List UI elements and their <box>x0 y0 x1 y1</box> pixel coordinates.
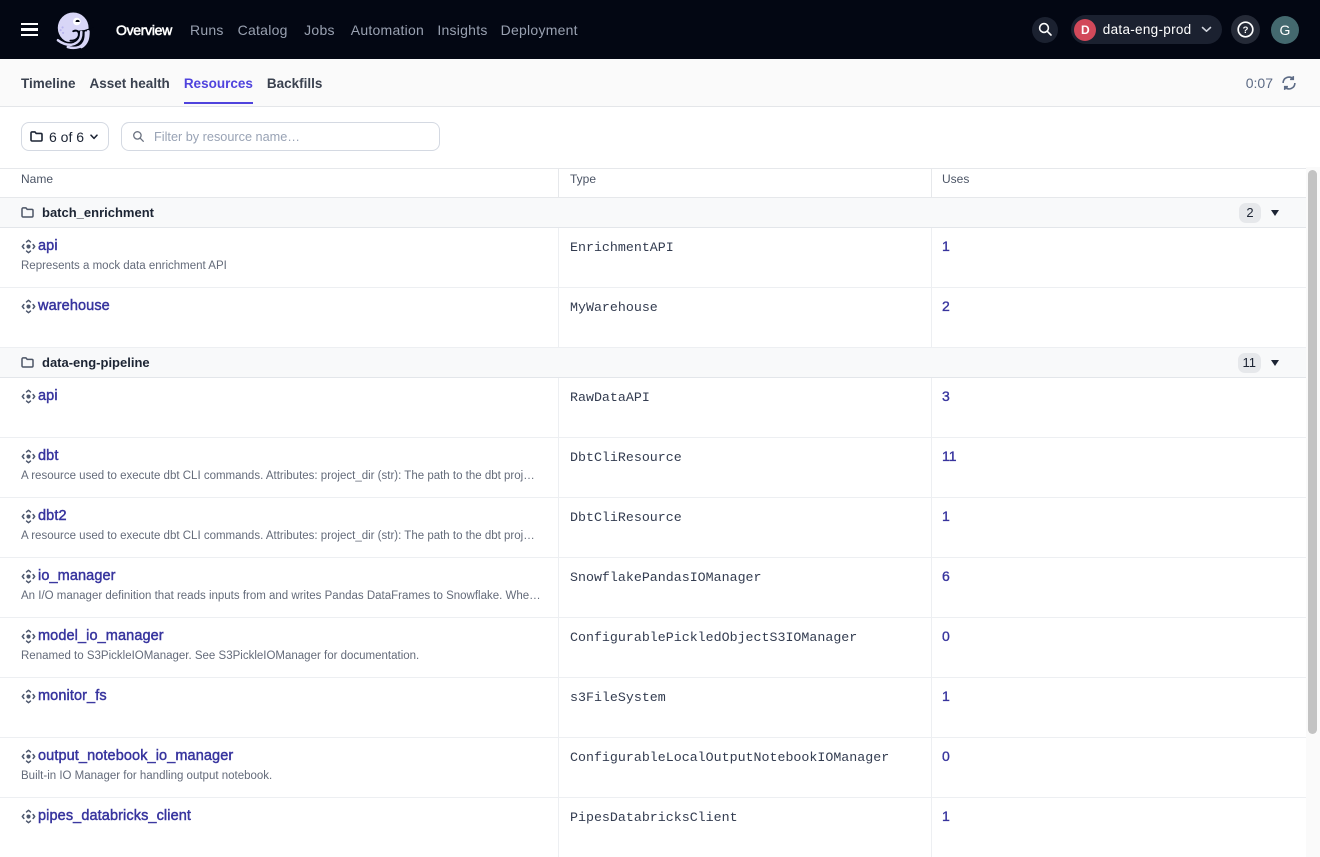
svg-text:?: ? <box>1243 25 1249 36</box>
